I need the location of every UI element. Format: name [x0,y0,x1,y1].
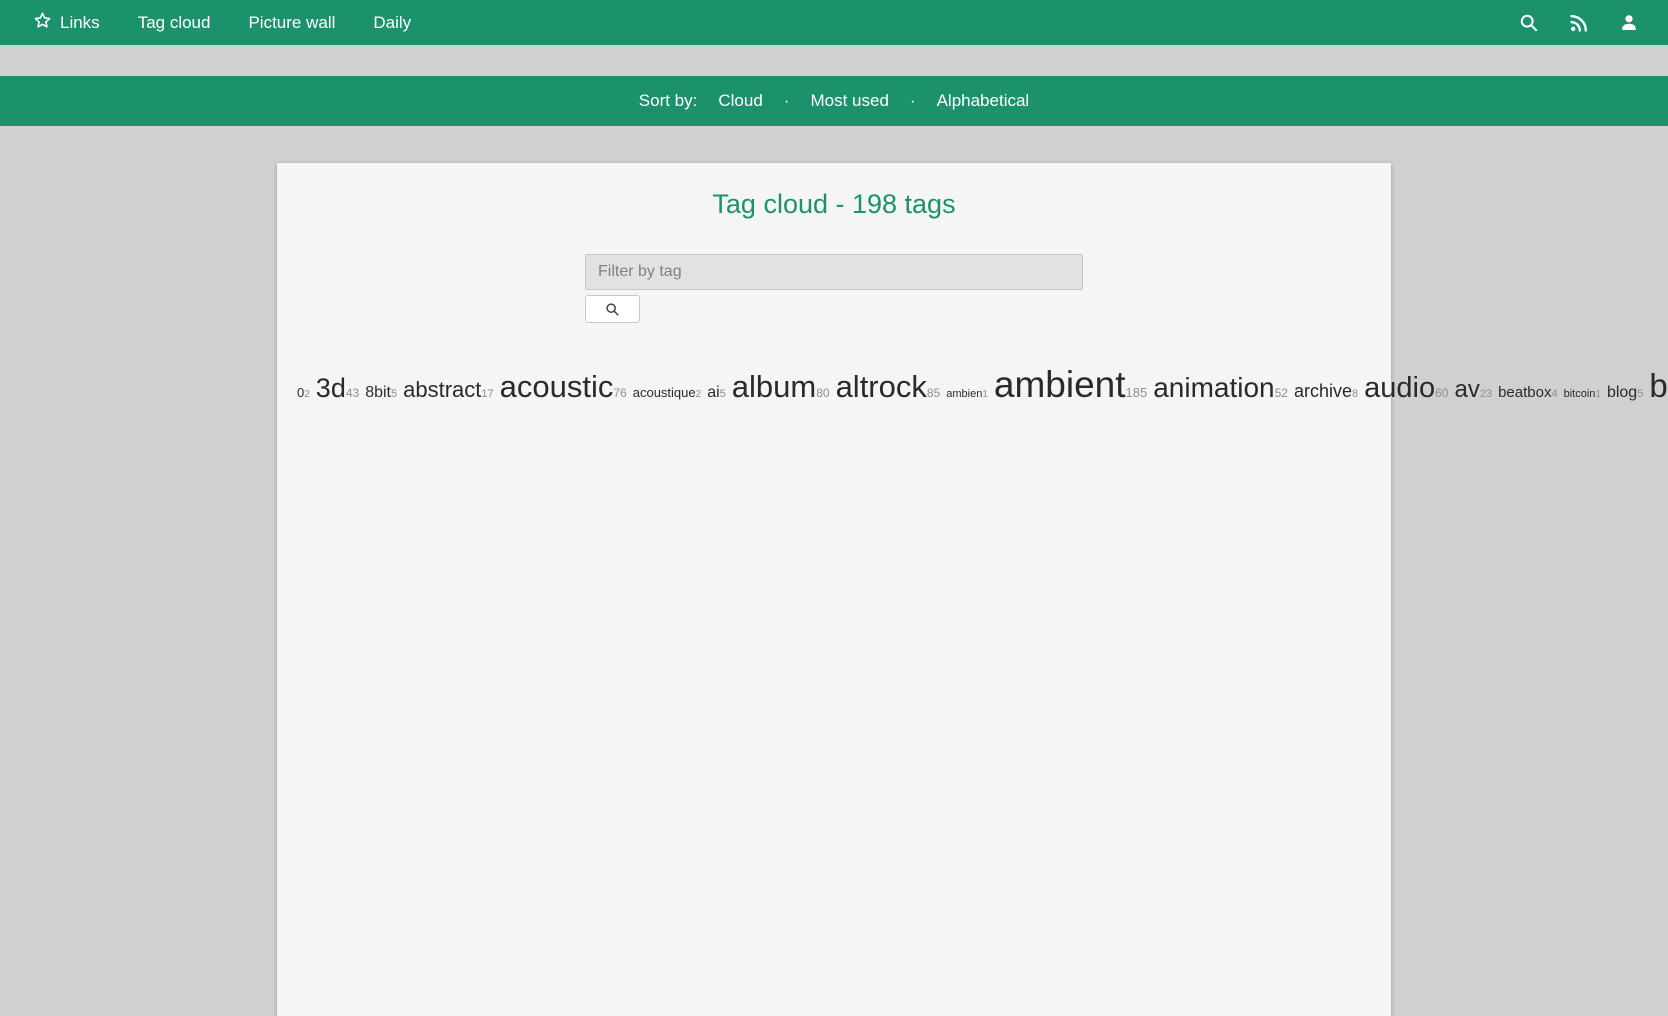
star-icon [33,11,52,35]
user-icon[interactable] [1604,0,1654,45]
nav-item-label: Links [60,13,100,33]
filter-input[interactable] [585,254,1083,290]
tag-label: 8bit [365,384,391,401]
tag-cloud-item[interactable]: blog5 [1607,384,1643,401]
page-title: Tag cloud - 198 tags [297,189,1371,220]
tag-label: 3d [316,373,346,403]
separator-dot: · [784,91,790,111]
tag-cloud-item[interactable]: ambien1 [946,388,988,400]
nav-item-label: Picture wall [248,13,335,33]
tag-count: 80 [816,386,829,400]
tag-cloud-item[interactable]: blues102 [1649,367,1668,404]
tag-count: 8 [1352,388,1358,400]
tag-count: 4 [1551,388,1557,400]
tag-count: 60 [1435,386,1448,400]
tag-label: bitcoin [1564,388,1596,400]
tag-count: 185 [1126,385,1148,400]
sort-bar: Sort by: Cloud · Most used · Alphabetica… [0,76,1668,126]
filter-form [585,254,1083,323]
nav-item-links[interactable]: Links [14,0,119,45]
tag-cloud-item[interactable]: archive8 [1294,381,1358,401]
tag-label: beatbox [1498,384,1551,401]
tag-label: av [1454,376,1479,403]
tag-cloud-item[interactable]: animation52 [1153,372,1288,403]
tag-count: 76 [613,386,626,400]
tag-cloud-item[interactable]: acoustic76 [500,369,627,404]
tag-count: 5 [720,388,726,400]
nav-item-picture-wall[interactable]: Picture wall [229,0,354,45]
nav-actions [1504,0,1654,45]
nav-item-label: Daily [373,13,411,33]
nav-menu: Links Tag cloud Picture wall Daily [14,0,430,45]
tag-cloud-card: Tag cloud - 198 tags 023d438bit5abstract… [277,163,1391,1016]
tag-count: 43 [346,386,359,400]
tag-label: audio [1364,372,1435,404]
tag-cloud-item[interactable]: audio60 [1364,372,1448,404]
tag-count: 52 [1275,386,1288,400]
tag-cloud-item[interactable]: altrock85 [836,369,941,404]
tag-label: blog [1607,384,1637,401]
sort-option-most-used[interactable]: Most used [810,91,888,111]
rss-icon[interactable] [1554,0,1604,45]
tag-count: 1 [1595,389,1601,400]
tag-count: 5 [1637,388,1643,400]
tag-cloud-item[interactable]: 8bit5 [365,384,397,401]
tag-label: acoustic [500,369,614,404]
top-navbar: Links Tag cloud Picture wall Daily [0,0,1668,45]
tag-count: 1 [982,389,988,400]
tag-count: 2 [304,389,310,400]
tag-cloud: 023d438bit5abstract17acoustic76acoustiqu… [297,349,1371,412]
tag-cloud-item[interactable]: ai5 [707,384,726,401]
tag-label: altrock [836,369,927,404]
sort-option-alphabetical[interactable]: Alphabetical [937,91,1030,111]
tag-count: 5 [391,388,397,400]
tag-label: album [732,369,816,404]
tag-count: 23 [1480,388,1492,400]
tag-label: blues [1649,367,1668,404]
separator-dot: · [910,91,916,111]
tag-label: acoustique [633,385,696,400]
tag-cloud-item[interactable]: ambient185 [994,364,1147,405]
tag-count: 17 [481,388,493,400]
tag-count: 85 [927,386,940,400]
sort-option-cloud[interactable]: Cloud [718,91,762,111]
nav-item-label: Tag cloud [138,13,211,33]
tag-cloud-item[interactable]: bitcoin1 [1564,388,1601,400]
search-icon[interactable] [1504,0,1554,45]
tag-cloud-item[interactable]: 02 [297,385,310,400]
tag-label: abstract [403,377,481,402]
tag-cloud-item[interactable]: acoustique2 [633,385,701,400]
tag-cloud-item[interactable]: av23 [1454,376,1492,403]
tag-count: 2 [696,389,702,400]
tag-label: animation [1153,372,1274,403]
tag-cloud-item[interactable]: beatbox4 [1498,384,1558,401]
tag-label: ambien [946,388,982,400]
tag-cloud-item[interactable]: abstract17 [403,377,494,402]
search-icon [605,302,620,317]
nav-item-tag-cloud[interactable]: Tag cloud [119,0,230,45]
tag-label: ambient [994,364,1126,405]
tag-cloud-item[interactable]: album80 [732,369,830,404]
sort-by-label: Sort by: [639,91,698,111]
tag-label: ai [707,384,719,401]
nav-item-daily[interactable]: Daily [354,0,430,45]
filter-search-button[interactable] [585,295,640,323]
tag-label: archive [1294,381,1352,401]
tag-cloud-item[interactable]: 3d43 [316,373,359,403]
